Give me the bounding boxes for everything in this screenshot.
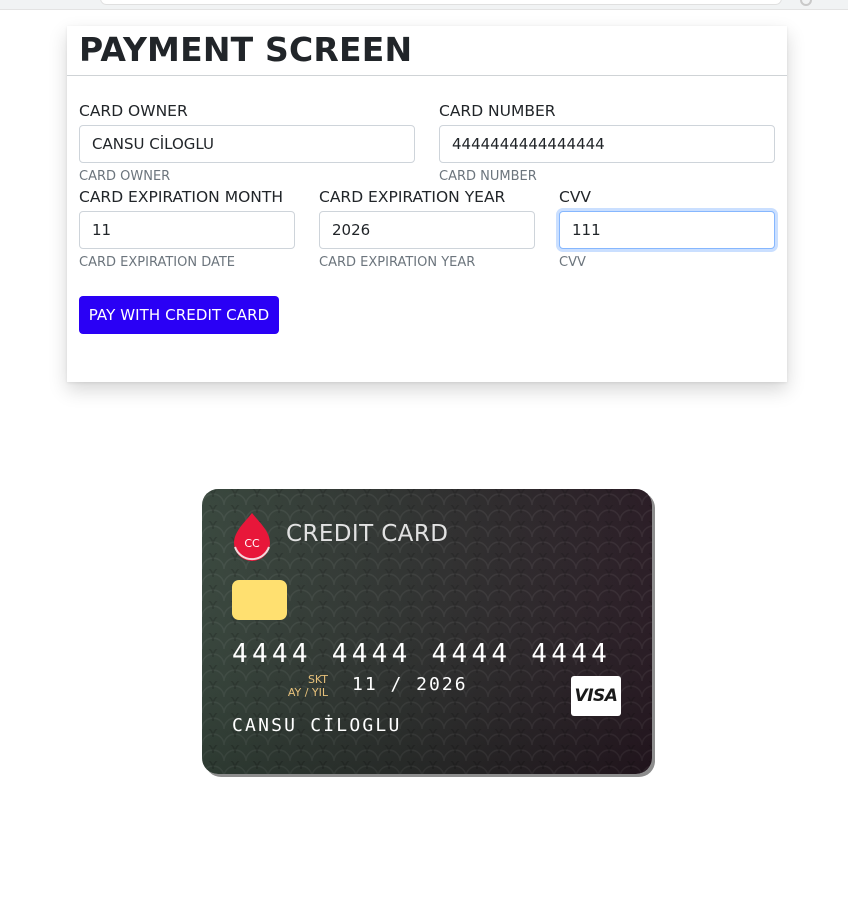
cvv-label: CVV: [559, 188, 592, 206]
card-number-input[interactable]: [439, 125, 775, 163]
expiry-display: 11 / 2026: [352, 674, 468, 695]
exp-year-input[interactable]: [319, 211, 535, 249]
exp-month-hint: CARD EXPIRATION DATE: [79, 255, 236, 270]
visa-logo-icon: VISA: [571, 676, 621, 716]
pay-with-credit-card-button[interactable]: PAY WITH CREDIT CARD: [79, 296, 279, 334]
exp-year-label: CARD EXPIRATION YEAR: [319, 188, 506, 206]
exp-year-group: CARD EXPIRATION YEAR CARD EXPIRATION YEA…: [319, 186, 535, 272]
expiry-caption-line2: AY / YIL: [287, 686, 328, 699]
card-owner-hint: CARD OWNER: [79, 169, 171, 184]
browser-menu-icon[interactable]: [800, 0, 812, 6]
address-bar[interactable]: [100, 0, 782, 5]
chip-icon: [232, 580, 287, 620]
cvv-hint: CVV: [559, 255, 586, 270]
exp-month-input[interactable]: [79, 211, 295, 249]
exp-year-hint: CARD EXPIRATION YEAR: [319, 255, 476, 270]
card-brand-title: CREDIT CARD: [286, 521, 449, 547]
title-divider: [67, 75, 787, 76]
cvv-group: CVV CVV: [559, 186, 775, 272]
exp-month-label: CARD EXPIRATION MONTH: [79, 188, 283, 206]
card-holder-display: CANSU CİLOGLU: [232, 715, 402, 736]
card-number-display: 4444 4444 4444 4444: [232, 639, 612, 669]
card-number-group: CARD NUMBER CARD NUMBER: [439, 100, 775, 186]
card-number-hint: CARD NUMBER: [439, 169, 537, 184]
page-title: PAYMENT SCREEN: [79, 30, 413, 69]
card-number-label: CARD NUMBER: [439, 102, 556, 120]
cvv-input[interactable]: [559, 211, 775, 249]
card-owner-group: CARD OWNER CARD OWNER: [79, 100, 415, 186]
expiry-caption: SKT AY / YIL: [282, 673, 328, 699]
credit-card-preview: CC CREDIT CARD 4444 4444 4444 4444 SKT A…: [202, 489, 652, 774]
cc-logo-text: CC: [244, 537, 260, 550]
exp-month-group: CARD EXPIRATION MONTH CARD EXPIRATION DA…: [79, 186, 295, 272]
card-owner-input[interactable]: [79, 125, 415, 163]
expiry-caption-line1: SKT: [307, 673, 328, 686]
card-owner-label: CARD OWNER: [79, 102, 188, 120]
browser-top-strip: [0, 0, 848, 10]
payment-panel: PAYMENT SCREEN CARD OWNER CARD OWNER CAR…: [67, 26, 787, 382]
cc-logo-icon: CC: [232, 511, 272, 563]
